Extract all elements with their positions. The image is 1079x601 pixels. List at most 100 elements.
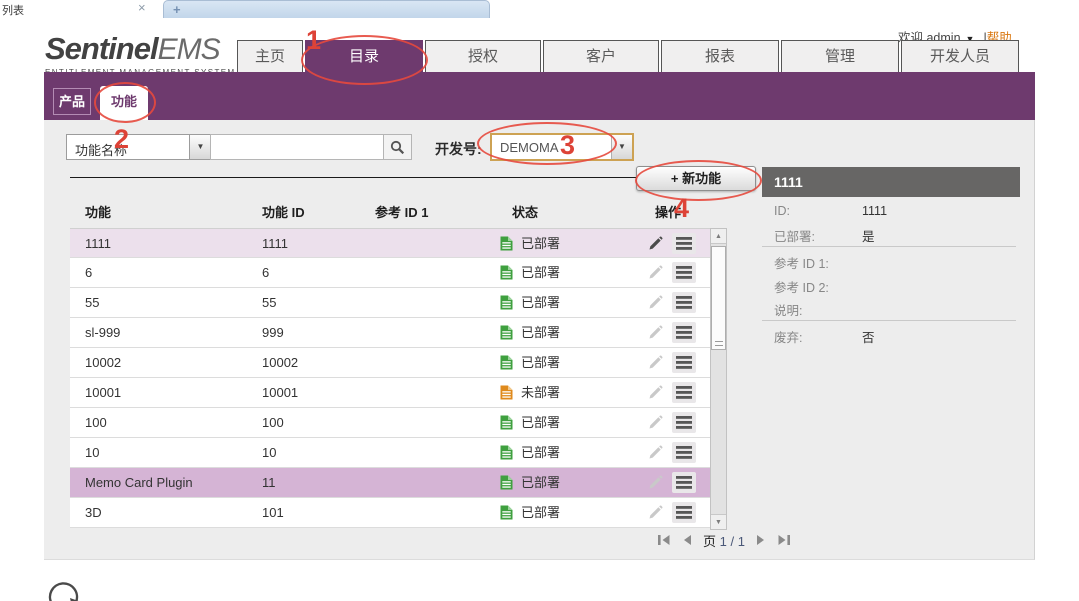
cell-feature-id: 6 bbox=[262, 258, 269, 287]
cell-feature-id: 10001 bbox=[262, 378, 298, 407]
logo-accent-text: EMS bbox=[158, 33, 220, 66]
cell-feature-name: 10 bbox=[85, 438, 99, 467]
cell-status: 未部署 bbox=[521, 378, 560, 407]
divider bbox=[762, 320, 1016, 321]
nav-tab-reports[interactable]: 报表 bbox=[661, 40, 779, 73]
nav-tab-administration[interactable]: 管理 bbox=[781, 40, 899, 73]
table-row[interactable]: 66已部署 bbox=[70, 258, 710, 288]
refresh-icon[interactable] bbox=[46, 580, 84, 601]
cell-feature-id: 1111 bbox=[262, 229, 288, 258]
nav-tab-developers[interactable]: 开发人员 bbox=[901, 40, 1019, 73]
close-icon[interactable]: × bbox=[138, 0, 146, 15]
cell-feature-name: 10001 bbox=[85, 378, 121, 407]
table-row[interactable]: sl-999999已部署 bbox=[70, 318, 710, 348]
cell-feature-name: 55 bbox=[85, 288, 99, 317]
field-selector-dropdown[interactable]: 功能名称 ▼ bbox=[66, 134, 212, 160]
edit-pencil-icon[interactable] bbox=[648, 505, 663, 520]
dev-number-label: 开发号: bbox=[435, 139, 482, 159]
row-menu-icon[interactable] bbox=[672, 412, 696, 433]
cell-feature-id: 101 bbox=[262, 498, 284, 527]
chevron-down-icon[interactable]: ▼ bbox=[189, 135, 211, 159]
table-row[interactable]: 11111111已部署 bbox=[70, 228, 710, 258]
search-button[interactable] bbox=[383, 134, 412, 160]
row-menu-icon[interactable] bbox=[672, 442, 696, 463]
nav-tab-entitlements[interactable]: 授权 bbox=[425, 40, 541, 73]
row-menu-icon[interactable] bbox=[672, 502, 696, 523]
status-deployed-icon bbox=[500, 265, 513, 280]
scroll-down-icon[interactable]: ▼ bbox=[711, 514, 726, 529]
cell-feature-name: 1111 bbox=[85, 229, 111, 258]
column-header: 参考 ID 1 bbox=[375, 202, 428, 221]
new-tab-button[interactable]: + bbox=[163, 0, 490, 18]
edit-pencil-icon[interactable] bbox=[648, 475, 663, 490]
detail-field-value: 是 bbox=[862, 226, 875, 245]
edit-pencil-icon[interactable] bbox=[648, 236, 663, 251]
edit-pencil-icon[interactable] bbox=[648, 355, 663, 370]
status-deployed-icon bbox=[500, 236, 513, 251]
divider bbox=[70, 177, 682, 178]
table-row[interactable]: Memo Card Plugin11已部署 bbox=[70, 468, 710, 498]
cell-feature-name: Memo Card Plugin bbox=[85, 468, 193, 497]
subnav-tab-products[interactable]: 产品 bbox=[53, 88, 91, 115]
cell-feature-id: 11 bbox=[262, 468, 276, 497]
scrollbar-thumb[interactable] bbox=[711, 246, 726, 350]
table-scrollbar[interactable]: ▲ ▼ bbox=[710, 228, 727, 530]
detail-field-label: 废弃: bbox=[774, 327, 802, 346]
table-row[interactable]: 1000210002已部署 bbox=[70, 348, 710, 378]
content-area: 功能名称 ▼ 开发号: DEMOMA ▼ + 新功能 功能功能 ID参考 ID … bbox=[44, 120, 1035, 560]
table-row[interactable]: 3D101已部署 bbox=[70, 498, 710, 528]
cell-feature-id: 55 bbox=[262, 288, 276, 317]
next-page-icon[interactable] bbox=[756, 534, 766, 546]
feature-table: 11111111已部署66已部署5555已部署sl-999999已部署10002… bbox=[70, 228, 710, 528]
cell-feature-id: 10002 bbox=[262, 348, 298, 377]
browser-tab-bar: 列表 × + bbox=[0, 0, 1079, 18]
browser-tab[interactable]: 列表 bbox=[2, 2, 24, 18]
edit-pencil-icon[interactable] bbox=[648, 415, 663, 430]
cell-status: 已部署 bbox=[521, 288, 560, 317]
table-row[interactable]: 1010已部署 bbox=[70, 438, 710, 468]
cell-feature-id: 10 bbox=[262, 438, 276, 467]
table-row[interactable]: 10001 10001 未部署 bbox=[70, 378, 710, 408]
row-menu-icon[interactable] bbox=[672, 233, 696, 254]
annotation-number-3: 3 bbox=[560, 130, 575, 161]
row-menu-icon[interactable] bbox=[672, 352, 696, 373]
search-icon bbox=[390, 142, 405, 159]
subnav-band: 产品功能 bbox=[44, 72, 1035, 120]
cell-status: 已部署 bbox=[521, 318, 560, 347]
divider bbox=[762, 246, 1016, 247]
detail-panel-title: 1111 bbox=[762, 167, 1020, 197]
annotation-circle-2 bbox=[94, 82, 156, 123]
edit-pencil-icon[interactable] bbox=[648, 265, 663, 280]
edit-pencil-icon[interactable] bbox=[648, 445, 663, 460]
row-menu-icon[interactable] bbox=[672, 292, 696, 313]
prev-page-icon[interactable] bbox=[682, 534, 692, 546]
annotation-number-2: 2 bbox=[114, 124, 129, 155]
scroll-up-icon[interactable]: ▲ bbox=[711, 229, 726, 244]
detail-field-value: 1111 bbox=[862, 204, 887, 218]
annotation-circle-4 bbox=[635, 160, 762, 201]
status-deployed-icon bbox=[500, 415, 513, 430]
table-row[interactable]: 55 55 已部署 bbox=[70, 288, 710, 318]
detail-field-label: 说明: bbox=[774, 300, 802, 319]
annotation-number-1: 1 bbox=[306, 25, 321, 56]
row-menu-icon[interactable] bbox=[672, 322, 696, 343]
search-input[interactable] bbox=[210, 134, 384, 160]
first-page-icon[interactable] bbox=[657, 534, 671, 546]
detail-field-label: 已部署: bbox=[774, 226, 815, 245]
cell-status: 已部署 bbox=[521, 258, 560, 287]
row-menu-icon[interactable] bbox=[672, 472, 696, 493]
edit-pencil-icon[interactable] bbox=[648, 325, 663, 340]
pagination: 页 1 / 1 bbox=[604, 530, 844, 550]
nav-tab-home[interactable]: 主页 bbox=[237, 40, 303, 73]
detail-field-label: ID: bbox=[774, 204, 790, 218]
status-deployed-icon bbox=[500, 295, 513, 310]
nav-tab-customers[interactable]: 客户 bbox=[543, 40, 659, 73]
page-indicator: 页 1 / 1 bbox=[703, 531, 745, 550]
row-menu-icon[interactable] bbox=[672, 382, 696, 403]
edit-pencil-icon[interactable] bbox=[648, 385, 663, 400]
row-menu-icon[interactable] bbox=[672, 262, 696, 283]
last-page-icon[interactable] bbox=[777, 534, 791, 546]
cell-feature-id: 999 bbox=[262, 318, 284, 347]
edit-pencil-icon[interactable] bbox=[648, 295, 663, 310]
table-row[interactable]: 100100已部署 bbox=[70, 408, 710, 438]
